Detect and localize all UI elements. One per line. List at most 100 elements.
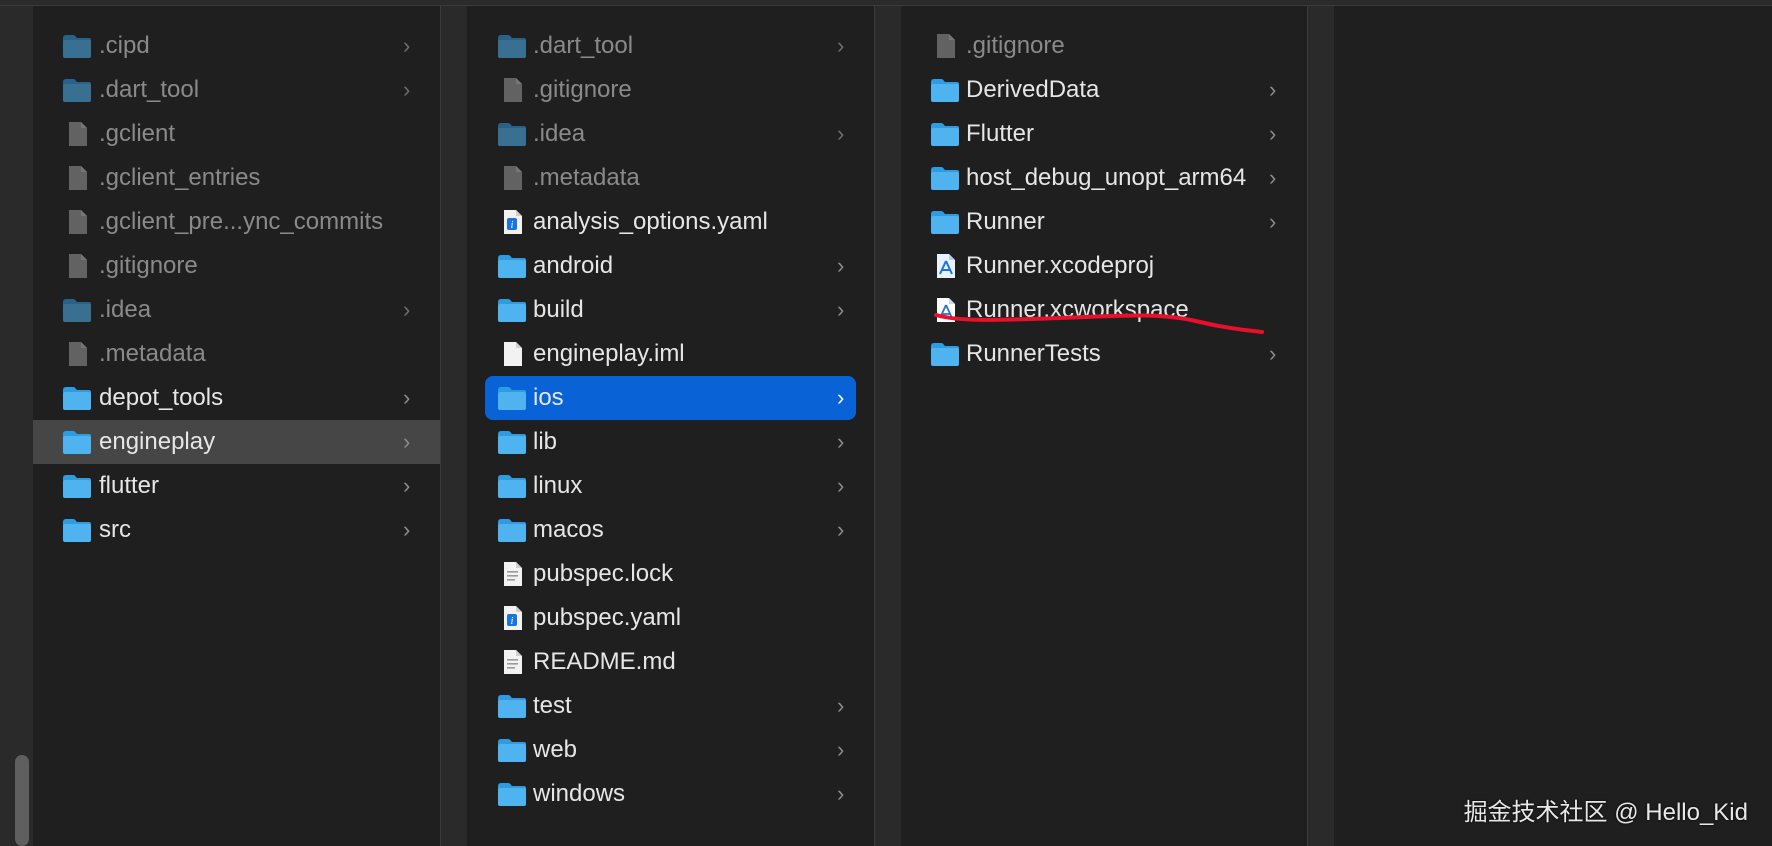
- list-item[interactable]: .metadata: [467, 156, 874, 200]
- chevron-right-icon[interactable]: ›: [837, 430, 844, 454]
- chevron-right-icon[interactable]: ›: [1269, 342, 1276, 366]
- folder-icon: [929, 76, 961, 104]
- folder-icon: [496, 252, 528, 280]
- item-label: windows: [533, 780, 626, 807]
- list-item[interactable]: .dart_tool ›: [33, 68, 440, 112]
- column-gutter: [875, 6, 901, 846]
- item-label: build: [533, 296, 584, 323]
- left-gutter: [0, 6, 33, 846]
- column-engineplay: .dart_tool › .gitignore .idea › .metadata …: [467, 6, 874, 846]
- chevron-right-icon[interactable]: ›: [837, 782, 844, 806]
- column-divider[interactable]: [440, 6, 441, 846]
- list-item[interactable]: .gclient_entries: [33, 156, 440, 200]
- folder-icon: [496, 692, 528, 720]
- list-item[interactable]: engineplay ›: [33, 420, 440, 464]
- yaml-file-icon: i: [496, 604, 528, 632]
- list-item[interactable]: lib ›: [467, 420, 874, 464]
- list-item[interactable]: .gitignore: [467, 68, 874, 112]
- list-item[interactable]: DerivedData ›: [901, 68, 1307, 112]
- list-item[interactable]: .gclient_pre...ync_commits: [33, 200, 440, 244]
- watermark: 掘金技术社区 @ Hello_Kid: [1463, 799, 1748, 826]
- chevron-right-icon[interactable]: ›: [403, 298, 410, 322]
- column-list: .gitignore DerivedData › Flutter › host_de…: [901, 24, 1307, 376]
- list-item[interactable]: Flutter ›: [901, 112, 1307, 156]
- chevron-right-icon[interactable]: ›: [403, 386, 410, 410]
- list-item[interactable]: .cipd ›: [33, 24, 440, 68]
- chevron-right-icon[interactable]: ›: [403, 474, 410, 498]
- chevron-right-icon[interactable]: ›: [403, 518, 410, 542]
- list-item[interactable]: web ›: [467, 728, 874, 772]
- chevron-right-icon[interactable]: ›: [837, 122, 844, 146]
- finder-window: .cipd › .dart_tool › .gclient .gclient_ent…: [0, 0, 1772, 846]
- chevron-right-icon[interactable]: ›: [403, 78, 410, 102]
- list-item[interactable]: depot_tools ›: [33, 376, 440, 420]
- list-item[interactable]: src ›: [33, 508, 440, 552]
- list-item[interactable]: .gclient: [33, 112, 440, 156]
- chevron-right-icon[interactable]: ›: [837, 386, 844, 410]
- chevron-right-icon[interactable]: ›: [837, 474, 844, 498]
- list-item[interactable]: .idea ›: [467, 112, 874, 156]
- list-item[interactable]: build ›: [467, 288, 874, 332]
- folder-icon: [61, 428, 93, 456]
- item-label: depot_tools: [99, 384, 224, 411]
- chevron-right-icon[interactable]: ›: [1269, 210, 1276, 234]
- item-label: src: [99, 516, 131, 543]
- item-label: pubspec.yaml: [533, 604, 682, 631]
- list-item[interactable]: host_debug_unopt_arm64 ›: [901, 156, 1307, 200]
- folder-icon: [61, 296, 93, 324]
- chevron-right-icon[interactable]: ›: [837, 738, 844, 762]
- column-divider[interactable]: [874, 6, 875, 846]
- folder-icon: [496, 516, 528, 544]
- list-item[interactable]: linux ›: [467, 464, 874, 508]
- chevron-right-icon[interactable]: ›: [403, 430, 410, 454]
- list-item[interactable]: README.md: [467, 640, 874, 684]
- chevron-right-icon[interactable]: ›: [837, 254, 844, 278]
- list-item[interactable]: ios ›: [485, 376, 856, 420]
- file-icon: [929, 32, 961, 60]
- chevron-right-icon[interactable]: ›: [837, 298, 844, 322]
- list-item[interactable]: .idea ›: [33, 288, 440, 332]
- chevron-right-icon[interactable]: ›: [403, 34, 410, 58]
- list-item[interactable]: test ›: [467, 684, 874, 728]
- item-label: macos: [533, 516, 604, 543]
- item-label: .gclient_entries: [99, 164, 261, 191]
- item-label: pubspec.lock: [533, 560, 674, 587]
- xcode-workspace-icon: [929, 296, 961, 324]
- list-item[interactable]: Runner.xcodeproj: [901, 244, 1307, 288]
- chevron-right-icon[interactable]: ›: [1269, 122, 1276, 146]
- list-item[interactable]: Runner.xcworkspace: [901, 288, 1307, 332]
- list-item[interactable]: .dart_tool ›: [467, 24, 874, 68]
- column-gutter: [441, 6, 467, 846]
- list-item[interactable]: .gitignore: [33, 244, 440, 288]
- folder-icon: [929, 164, 961, 192]
- chevron-right-icon[interactable]: ›: [837, 34, 844, 58]
- list-item[interactable]: windows ›: [467, 772, 874, 816]
- column-divider[interactable]: [1307, 6, 1308, 846]
- list-item[interactable]: Runner ›: [901, 200, 1307, 244]
- chevron-right-icon[interactable]: ›: [1269, 78, 1276, 102]
- svg-text:i: i: [511, 616, 514, 627]
- list-item[interactable]: RunnerTests ›: [901, 332, 1307, 376]
- item-label: Runner.xcodeproj: [966, 252, 1155, 279]
- list-item[interactable]: i analysis_options.yaml: [467, 200, 874, 244]
- vertical-scrollbar[interactable]: [15, 755, 29, 846]
- item-label: .dart_tool: [533, 32, 634, 59]
- list-item[interactable]: engineplay.iml: [467, 332, 874, 376]
- chevron-right-icon[interactable]: ›: [837, 694, 844, 718]
- list-item[interactable]: .metadata: [33, 332, 440, 376]
- chevron-right-icon[interactable]: ›: [837, 518, 844, 542]
- list-item[interactable]: android ›: [467, 244, 874, 288]
- text-file-icon: [496, 648, 528, 676]
- folder-icon: [496, 428, 528, 456]
- item-label: Runner: [966, 208, 1045, 235]
- list-item[interactable]: .gitignore: [901, 24, 1307, 68]
- list-item[interactable]: macos ›: [467, 508, 874, 552]
- list-item[interactable]: i pubspec.yaml: [467, 596, 874, 640]
- list-item[interactable]: flutter ›: [33, 464, 440, 508]
- chevron-right-icon[interactable]: ›: [1269, 166, 1276, 190]
- folder-icon: [496, 736, 528, 764]
- list-item[interactable]: pubspec.lock: [467, 552, 874, 596]
- folder-icon: [496, 32, 528, 60]
- svg-text:i: i: [511, 220, 514, 231]
- folder-icon: [61, 472, 93, 500]
